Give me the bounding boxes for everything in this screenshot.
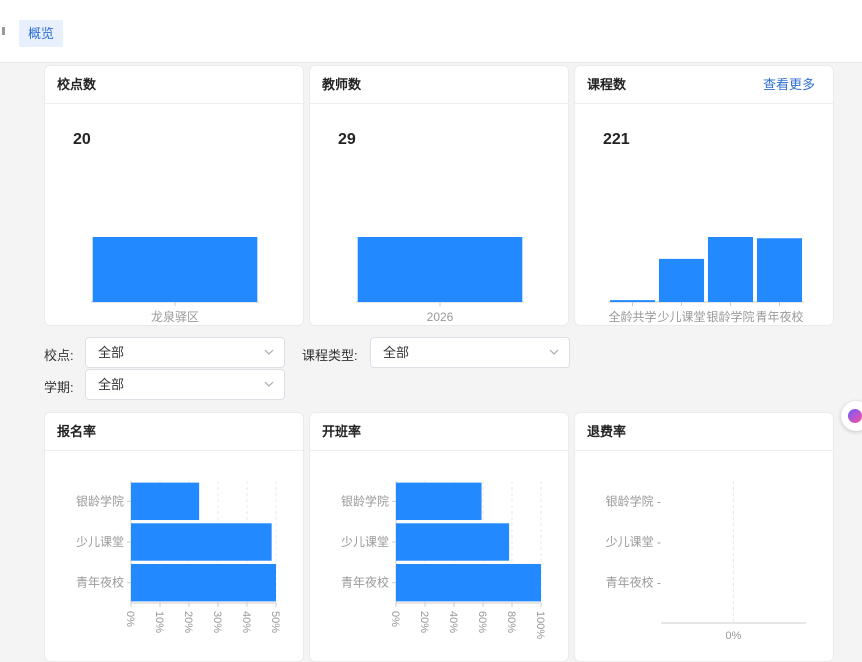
assistant-float-button[interactable] <box>841 401 862 431</box>
y-tick-label-1: 少儿课堂 - <box>606 535 661 549</box>
select-value: 全部 <box>383 345 410 360</box>
teachers-bar-chart: 2026 <box>356 237 524 324</box>
filter-term-label: 学期: <box>44 380 74 395</box>
bar-1 <box>658 258 705 302</box>
card-schools: 校点数 20 龙泉驿区 <box>44 65 304 326</box>
y-tick-label-0: 银龄学院 - <box>606 493 661 508</box>
filter-course-type-select[interactable]: 全部 <box>370 337 570 368</box>
x-tick-label-0: 2026 <box>427 310 454 324</box>
x-tick-label-4: 80% <box>505 611 517 633</box>
x-tick-label-3: 青年夜校 <box>755 309 803 324</box>
bar-0 <box>357 237 523 302</box>
bar-1 <box>396 523 510 561</box>
bar-0 <box>609 300 656 302</box>
card-teachers: 教师数 29 2026 <box>309 65 569 326</box>
filter-term-select[interactable]: 全部 <box>85 369 285 400</box>
card-title: 开班率 <box>322 424 362 439</box>
card-title: 报名率 <box>57 424 97 439</box>
bar-0 <box>92 237 258 302</box>
y-tick-label-2: 青年夜校 - <box>606 575 661 590</box>
filter-school-label: 校点: <box>44 348 74 363</box>
x-tick-label-3: 60% <box>476 611 488 633</box>
x-tick-label-0: 0% <box>124 611 136 627</box>
chevron-down-icon <box>264 381 274 387</box>
y-tick-label-1: 少儿课堂 <box>341 535 389 549</box>
bar-1 <box>131 523 272 561</box>
card-courses: 课程数 查看更多 221 全龄共学 少儿课堂 银龄学院 青年夜校 <box>574 65 834 326</box>
card-title: 教师数 <box>322 77 362 92</box>
x-tick-label-2: 银龄学院 <box>706 309 754 324</box>
bar-3 <box>756 238 803 302</box>
card-title: 校点数 <box>57 77 97 92</box>
x-tick-label-4: 40% <box>240 611 252 633</box>
bar-0 <box>396 482 482 521</box>
filter-school-select[interactable]: 全部 <box>85 337 285 368</box>
chevron-down-icon <box>264 349 274 355</box>
filter-course-type-label: 课程类型: <box>302 348 358 363</box>
select-value: 全部 <box>98 377 125 392</box>
schools-bar-chart: 龙泉驿区 <box>91 237 259 324</box>
view-more-link[interactable]: 查看更多 <box>763 66 815 103</box>
refund-rate-chart: 0% 银龄学院 - 少儿课堂 - 青年夜校 - <box>606 481 806 642</box>
x-tick-label-0: 0% <box>726 630 742 642</box>
y-tick-label-2: 青年夜校 <box>76 575 124 590</box>
bar-0 <box>131 482 200 521</box>
card-title: 退费率 <box>587 424 627 439</box>
bar-2 <box>131 563 276 602</box>
x-tick-label-1: 少儿课堂 <box>657 310 705 324</box>
bar-2 <box>396 563 541 602</box>
x-tick-label-3: 30% <box>211 611 223 633</box>
open-rate-chart: 0% 20% 40% 60% 80% 100% 银龄学院少儿课堂青年夜校 <box>341 481 546 639</box>
card-title: 课程数 <box>587 77 627 92</box>
y-tick-label-0: 银龄学院 <box>76 493 124 508</box>
x-tick-label-0: 全龄共学 <box>608 309 656 324</box>
card-enroll-rate: 报名率 0% 10% 20% 30% 40% 50% 银龄学院少儿课堂青年夜校 <box>44 412 304 662</box>
enroll-rate-chart: 0% 10% 20% 30% 40% 50% 银龄学院少儿课堂青年夜校 <box>76 481 281 633</box>
x-tick-label-5: 50% <box>269 611 281 633</box>
bar-2 <box>707 237 754 302</box>
x-tick-label-5: 100% <box>534 611 546 639</box>
select-value: 全部 <box>98 345 125 360</box>
assistant-icon <box>848 409 862 423</box>
card-refund-rate: 退费率 0% 银龄学院 - 少儿课堂 - 青年夜校 - <box>574 412 834 662</box>
x-tick-label-0: 0% <box>389 611 401 627</box>
tab-overview[interactable]: 概览 <box>19 20 64 47</box>
x-tick-label-0: 龙泉驿区 <box>151 310 199 324</box>
x-tick-label-1: 20% <box>418 611 430 633</box>
y-tick-label-0: 银龄学院 <box>341 493 389 508</box>
x-tick-label-1: 10% <box>153 611 165 633</box>
card-open-rate: 开班率 0% 20% 40% 60% 80% 100% 银龄学院少儿课堂青年夜校 <box>309 412 569 662</box>
y-tick-label-2: 青年夜校 <box>341 575 389 590</box>
x-tick-label-2: 40% <box>447 611 459 633</box>
edge-mark <box>2 27 5 35</box>
top-bar: 概览 <box>0 0 862 63</box>
chevron-down-icon <box>549 349 559 355</box>
y-tick-label-1: 少儿课堂 <box>76 535 124 549</box>
courses-bar-chart: 全龄共学 少儿课堂 银龄学院 青年夜校 <box>608 237 804 324</box>
x-tick-label-2: 20% <box>182 611 194 633</box>
